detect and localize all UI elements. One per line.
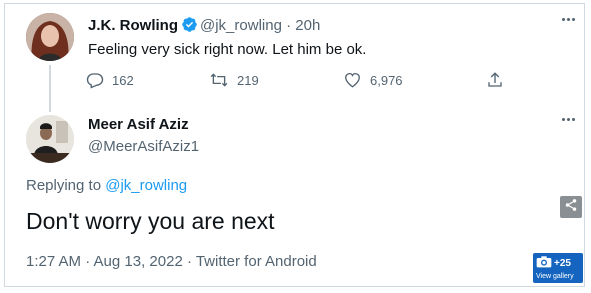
reply-text: Don't worry you are next (26, 208, 275, 234)
meer-asif-aziz-avatar[interactable] (26, 115, 74, 163)
camera-icon (536, 256, 552, 272)
more-horizontal-icon (562, 18, 575, 21)
reply-button[interactable]: 162 (86, 71, 134, 89)
reply-icon (86, 71, 104, 89)
header-separator: · (281, 17, 296, 34)
replying-to-prefix: Replying to (26, 177, 106, 194)
more-horizontal-icon (562, 118, 575, 121)
replying-to-line: Replying to @jk_rowling (26, 177, 187, 194)
reply-timestamp[interactable]: 1:27 AM · Aug 13, 2022 · Twitter for And… (26, 253, 317, 270)
share-icon (564, 198, 578, 217)
like-button[interactable]: 6,976 (343, 71, 403, 89)
reply-more-options-button[interactable] (562, 118, 575, 121)
tweet-card: J.K. Rowling @jk_rowling · 20h Feeling ve… (4, 3, 585, 287)
gallery-count: +25 (554, 258, 571, 269)
author-handle[interactable]: @jk_rowling (200, 17, 282, 34)
gallery-label: View gallery (536, 273, 574, 280)
reply-author-handle[interactable]: @MeerAsifAziz1 (88, 138, 199, 155)
heart-icon (343, 71, 362, 89)
like-count: 6,976 (370, 72, 403, 88)
view-gallery-button[interactable]: +25 View gallery (533, 253, 583, 283)
retweet-icon (209, 71, 229, 89)
verified-badge-icon (181, 16, 198, 37)
share-icon (486, 71, 504, 89)
more-options-button[interactable] (562, 18, 575, 21)
tweet-header: J.K. Rowling @jk_rowling · 20h (88, 16, 320, 37)
tweet-text: Feeling very sick right now. Let him be … (88, 41, 367, 58)
reply-author-name[interactable]: Meer Asif Aziz (88, 116, 189, 133)
share-overlay-button[interactable] (560, 196, 582, 218)
retweet-button[interactable]: 219 (209, 71, 259, 89)
author-name[interactable]: J.K. Rowling (88, 17, 178, 34)
replying-to-link[interactable]: @jk_rowling (105, 177, 187, 194)
tweet-time[interactable]: 20h (295, 17, 320, 34)
reply-count: 162 (112, 72, 134, 88)
jk-rowling-avatar[interactable] (26, 13, 74, 61)
tweet-actions: 162 219 6,976 (86, 71, 506, 91)
share-tweet-button[interactable] (486, 71, 504, 89)
thread-connector-line (49, 65, 51, 112)
retweet-count: 219 (237, 72, 259, 88)
